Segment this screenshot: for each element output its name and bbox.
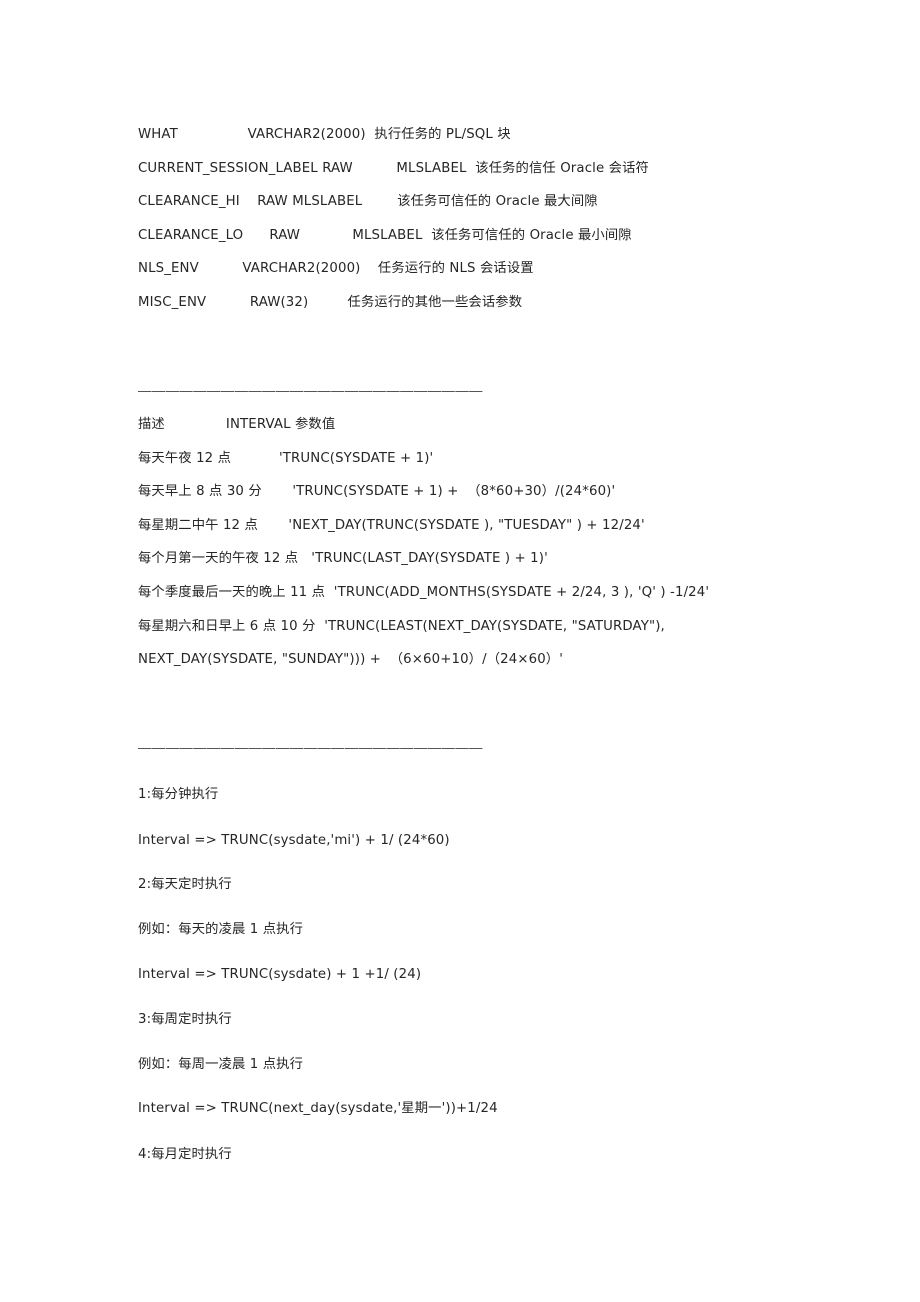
section-divider: ————————————————————————— (138, 740, 483, 755)
column-definition-row: CLEARANCE_HI RAW MLSLABEL 该任务可信任的 Oracle… (138, 194, 598, 209)
interval-table-row: 每个月第一天的午夜 12 点 'TRUNC(LAST_DAY(SYSDATE )… (138, 551, 548, 566)
example-line: Interval => TRUNC(sysdate) + 1 +1/ (24) (138, 967, 422, 982)
column-definition-row: MISC_ENV RAW(32) 任务运行的其他一些会话参数 (138, 295, 523, 310)
column-definition-row: WHAT VARCHAR2(2000) 执行任务的 PL/SQL 块 (138, 127, 511, 142)
column-definition-row: CURRENT_SESSION_LABEL RAW MLSLABEL 该任务的信… (138, 161, 649, 176)
column-definition-row: NLS_ENV VARCHAR2(2000) 任务运行的 NLS 会话设置 (138, 261, 534, 276)
interval-table-row-continuation: NEXT_DAY(SYSDATE, "SUNDAY"))) + （6×60+10… (138, 652, 564, 667)
example-line: 1:每分钟执行 (138, 787, 219, 802)
interval-table-row: 每星期二中午 12 点 'NEXT_DAY(TRUNC(SYSDATE ), "… (138, 518, 645, 533)
example-line: 例如：每周一凌晨 1 点执行 (138, 1057, 304, 1072)
example-line: 3:每周定时执行 (138, 1012, 232, 1027)
section-divider: ————————————————————————— (138, 383, 483, 398)
interval-table-header: 描述 INTERVAL 参数值 (138, 417, 336, 432)
example-line: Interval => TRUNC(sysdate,'mi') + 1/ (24… (138, 833, 450, 848)
example-line: Interval => TRUNC(next_day(sysdate,'星期一'… (138, 1101, 498, 1116)
interval-table-row: 每星期六和日早上 6 点 10 分 'TRUNC(LEAST(NEXT_DAY(… (138, 619, 665, 634)
interval-table-row: 每天午夜 12 点 'TRUNC(SYSDATE + 1)' (138, 451, 434, 466)
interval-table-row: 每天早上 8 点 30 分 'TRUNC(SYSDATE + 1) + （8*6… (138, 484, 616, 499)
example-line: 4:每月定时执行 (138, 1147, 232, 1162)
example-line: 例如：每天的凌晨 1 点执行 (138, 922, 304, 937)
column-definition-row: CLEARANCE_LO RAW MLSLABEL 该任务可信任的 Oracle… (138, 228, 632, 243)
interval-table-row: 每个季度最后一天的晚上 11 点 'TRUNC(ADD_MONTHS(SYSDA… (138, 585, 710, 600)
example-line: 2:每天定时执行 (138, 877, 232, 892)
document-page: WHAT VARCHAR2(2000) 执行任务的 PL/SQL 块 CURRE… (0, 0, 920, 1302)
